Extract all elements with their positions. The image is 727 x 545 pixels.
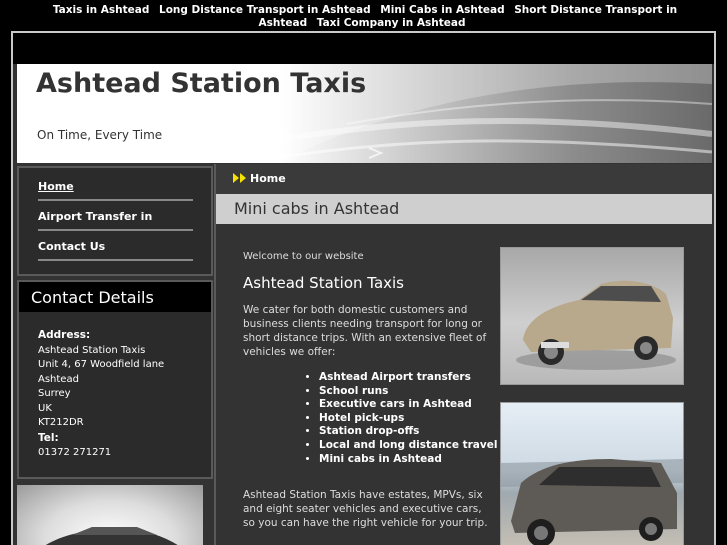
breadcrumb: Home <box>216 164 712 194</box>
menu-item-airport-transfer[interactable]: Airport Transfer in <box>38 210 152 223</box>
business-heading: Ashtead Station Taxis <box>243 274 405 292</box>
tel-number[interactable]: 01372 271271 <box>38 447 111 458</box>
top-nav-link-mini-cabs[interactable]: Mini Cabs in Ashtead <box>380 4 504 16</box>
breadcrumb-home[interactable]: Home <box>250 172 286 185</box>
address-line: Surrey <box>38 388 71 399</box>
list-item: Station drop-offs <box>319 425 500 439</box>
car-image-graphic <box>45 527 178 545</box>
list-item: Hotel pick-ups <box>319 412 500 426</box>
intro-paragraph: We cater for both domestic customers and… <box>243 304 487 358</box>
site-title: Ashtead Station Taxis <box>36 68 367 99</box>
contact-heading: Contact Details <box>31 288 154 307</box>
address-label: Address: <box>38 329 91 341</box>
address-line: Unit 4, 67 Woodfield lane <box>38 359 165 370</box>
header-strip <box>13 33 714 64</box>
list-item: School runs <box>319 385 500 399</box>
side-menu: Home Airport Transfer in Contact Us <box>17 166 213 276</box>
top-nav-link-taxi-company[interactable]: Taxi Company in Ashtead <box>317 17 466 29</box>
address-line: KT212DR <box>38 417 84 428</box>
menu-divider <box>38 199 193 201</box>
address-line: UK <box>38 402 52 414</box>
contact-details: Address: Ashtead Station Taxis Unit 4, 6… <box>38 328 164 461</box>
menu-item-contact-us[interactable]: Contact Us <box>38 240 105 253</box>
contact-header: Contact Details <box>19 282 211 312</box>
page-title: Mini cabs in Ashtead <box>234 199 400 218</box>
list-item: Mini cabs in Ashtead <box>319 453 500 467</box>
welcome-text: Welcome to our website <box>243 251 364 262</box>
outro-paragraph: Ashtead Station Taxis have estates, MPVs… <box>243 489 488 529</box>
double-arrow-icon <box>233 173 246 183</box>
mpv-car-graphic <box>501 459 683 545</box>
list-item: Ashtead Airport transfers <box>319 371 500 385</box>
sidebar-car-image <box>17 485 203 545</box>
main-content: Home Mini cabs in Ashtead Welcome to our… <box>214 164 712 545</box>
site-tagline: On Time, Every Time <box>37 128 163 142</box>
page-title-bar: Mini cabs in Ashtead <box>216 194 712 224</box>
contact-panel: Contact Details Address: Ashtead Station… <box>17 280 213 479</box>
tel-label: Tel: <box>38 431 59 444</box>
menu-item-home[interactable]: Home <box>38 180 74 193</box>
services-list: Ashtead Airport transfers School runs Ex… <box>300 371 500 466</box>
content-area: Welcome to our website Ashtead Station T… <box>216 224 712 545</box>
banner: Ashtead Station Taxis On Time, Every Tim… <box>17 64 712 163</box>
menu-divider <box>38 229 193 231</box>
list-item: Local and long distance travel <box>319 439 500 453</box>
mpv-photo <box>500 402 684 545</box>
sedan-photo <box>500 247 684 385</box>
page-frame: Ashtead Station Taxis On Time, Every Tim… <box>11 31 716 545</box>
top-nav: Taxis in Ashtead Long Distance Transport… <box>0 0 727 32</box>
menu-divider <box>38 259 193 261</box>
top-nav-link-taxis[interactable]: Taxis in Ashtead <box>53 4 150 16</box>
list-item: Executive cars in Ashtead <box>319 398 500 412</box>
top-nav-link-long-distance[interactable]: Long Distance Transport in Ashtead <box>159 4 371 16</box>
sedan-car-graphic <box>516 280 676 370</box>
address-line: Ashtead Station Taxis <box>38 344 146 356</box>
address-line: Ashtead <box>38 373 79 385</box>
